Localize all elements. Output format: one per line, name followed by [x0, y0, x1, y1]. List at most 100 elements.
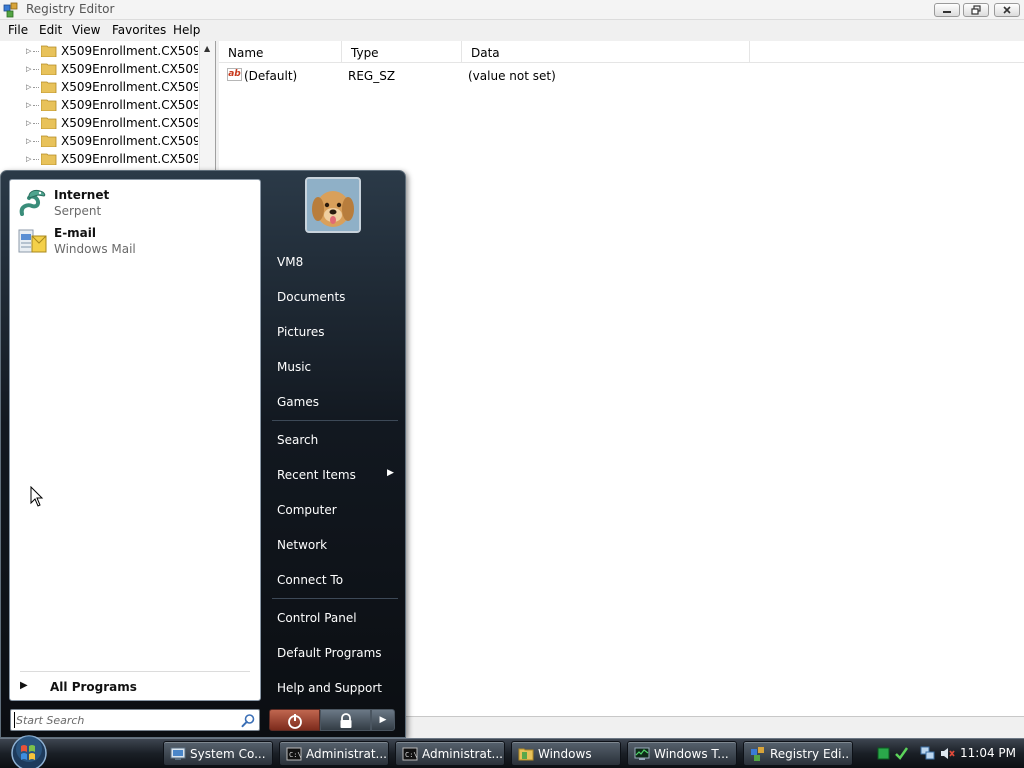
activity-icon[interactable]	[876, 746, 891, 761]
title-bar[interactable]: Registry Editor	[0, 0, 1024, 20]
column-header-type[interactable]: Type	[342, 41, 462, 63]
expand-arrow-icon[interactable]: ▷	[26, 155, 31, 163]
menu-help[interactable]: Help	[169, 22, 204, 38]
pinned-title: E-mail	[54, 226, 97, 240]
divider	[272, 598, 398, 599]
start-item-games[interactable]: Games	[269, 389, 399, 415]
shutdown-options-arrow-icon[interactable]: ▶	[371, 709, 395, 731]
submenu-arrow-icon: ▶	[387, 468, 394, 478]
start-item-music[interactable]: Music	[269, 354, 399, 380]
taskbar-clock[interactable]: 11:04 PM	[960, 746, 1016, 760]
all-programs-button[interactable]: ▶ All Programs	[14, 677, 254, 699]
expand-arrow-icon[interactable]: ▷	[26, 83, 31, 91]
tree-item-label: X509Enrollment.CX509Extension	[61, 98, 198, 112]
value-data: (value not set)	[468, 69, 556, 83]
tree-item[interactable]: ▷ X509Enrollment.CX509Extension	[0, 150, 200, 168]
start-item-search[interactable]: Search	[269, 427, 399, 453]
system-tray: 11:04 PM	[868, 739, 1024, 768]
search-icon[interactable]	[240, 713, 256, 729]
table-row[interactable]: ab (Default) REG_SZ (value not set)	[219, 66, 1024, 84]
folder-icon	[41, 45, 57, 57]
list-header: Name Type Data	[219, 41, 1024, 63]
folder-icon	[41, 81, 57, 93]
tree-item-label: X509Enrollment.CX509Extension	[61, 80, 198, 94]
user-picture[interactable]	[305, 177, 361, 233]
regedit-icon	[751, 747, 764, 761]
column-header-data[interactable]: Data	[462, 41, 750, 63]
cmd-icon: C:\	[286, 747, 302, 761]
folder-icon	[41, 117, 57, 129]
cmd-icon: C:\	[402, 747, 418, 761]
puppy-avatar-icon	[307, 179, 359, 231]
close-button[interactable]	[994, 3, 1020, 17]
taskbar-button[interactable]: C:\ Administrat...	[279, 741, 389, 766]
all-programs-label: All Programs	[50, 680, 137, 694]
start-search-input[interactable]	[14, 712, 234, 728]
value-name: (Default)	[244, 69, 298, 83]
start-search-box[interactable]	[10, 709, 260, 731]
menu-view[interactable]: View	[68, 22, 104, 38]
network-icon[interactable]	[920, 746, 935, 761]
start-item-documents[interactable]: Documents	[269, 284, 399, 310]
tree-item[interactable]: ▷ X509Enrollment.CX509Extension	[0, 42, 200, 60]
menu-edit[interactable]: Edit	[35, 22, 66, 38]
expand-arrow-icon[interactable]: ▷	[26, 119, 31, 127]
taskbar-button[interactable]: Windows	[511, 741, 621, 766]
menu-favorites[interactable]: Favorites	[108, 22, 170, 38]
folder-icon	[518, 748, 534, 761]
folder-icon	[41, 99, 57, 111]
security-check-icon[interactable]	[894, 746, 909, 761]
tree-item[interactable]: ▷ X509Enrollment.CX509Extension	[0, 132, 200, 150]
window-title: Registry Editor	[26, 2, 115, 16]
minimize-button[interactable]	[934, 3, 960, 17]
svg-text:C:\: C:\	[289, 751, 302, 759]
svg-text:C:\: C:\	[405, 751, 418, 759]
power-icon	[288, 714, 302, 729]
taskbar-button[interactable]: Registry Edi...	[743, 741, 853, 766]
expand-arrow-icon[interactable]: ▷	[26, 65, 31, 73]
menu-bar: File Edit View Favorites Help	[0, 20, 1024, 40]
expand-arrow-icon[interactable]: ▷	[26, 101, 31, 109]
menu-file[interactable]: File	[4, 22, 32, 38]
start-menu-programs-pane: Internet Serpent E-mail Windows Mail ▶ A…	[9, 179, 261, 701]
power-button[interactable]	[269, 709, 320, 731]
start-item-network[interactable]: Network	[269, 532, 399, 558]
tree-item[interactable]: ▷ X509Enrollment.CX509Extension	[0, 114, 200, 132]
taskbar-button[interactable]: C:\ Administrat...	[395, 741, 505, 766]
expand-arrow-icon[interactable]: ▷	[26, 47, 31, 55]
pinned-subtitle: Serpent	[54, 204, 102, 218]
volume-muted-icon[interactable]	[940, 746, 955, 761]
tree-item[interactable]: ▷ X509Enrollment.CX509Extension	[0, 78, 200, 96]
lock-icon	[340, 713, 352, 728]
column-header-name[interactable]: Name	[219, 41, 342, 63]
serpent-browser-icon	[19, 189, 46, 216]
string-value-icon: ab	[227, 68, 242, 81]
windows-mail-icon	[18, 229, 47, 253]
start-orb-icon[interactable]	[2, 733, 52, 768]
start-item-help-and-support[interactable]: Help and Support	[269, 675, 399, 701]
start-item-connect-to[interactable]: Connect To	[269, 567, 399, 593]
restore-button[interactable]	[963, 3, 989, 17]
folder-icon	[41, 135, 57, 147]
taskbar-button[interactable]: Windows T...	[627, 741, 737, 766]
start-item-pictures[interactable]: Pictures	[269, 319, 399, 345]
tree-item[interactable]: ▷ X509Enrollment.CX509Extension	[0, 60, 200, 78]
pinned-internet[interactable]: Internet Serpent	[14, 184, 254, 220]
lock-button[interactable]	[320, 709, 371, 731]
start-menu: Internet Serpent E-mail Windows Mail ▶ A…	[0, 170, 406, 738]
minimize-icon	[943, 11, 951, 13]
mouse-pointer-icon	[30, 486, 44, 507]
expand-arrow-icon[interactable]: ▷	[26, 137, 31, 145]
taskbar-button[interactable]: System Co...	[163, 741, 273, 766]
start-item-recent-items[interactable]: Recent Items ▶	[269, 462, 399, 488]
start-item-control-panel[interactable]: Control Panel	[269, 605, 399, 631]
start-item-computer[interactable]: Computer	[269, 497, 399, 523]
folder-icon	[41, 153, 57, 165]
start-item-default-programs[interactable]: Default Programs	[269, 640, 399, 666]
tree-item[interactable]: ▷ X509Enrollment.CX509Extension	[0, 96, 200, 114]
start-item-user-folder[interactable]: VM8	[269, 249, 399, 275]
pinned-email[interactable]: E-mail Windows Mail	[14, 222, 254, 258]
close-icon	[1003, 6, 1011, 14]
scroll-up-arrow-icon[interactable]: ▲	[204, 44, 210, 53]
folder-icon	[41, 63, 57, 75]
